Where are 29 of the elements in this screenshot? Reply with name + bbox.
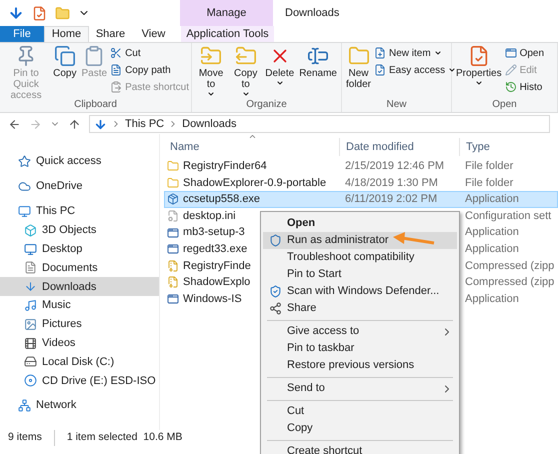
status-text: 9 items <box>8 430 42 446</box>
type-cell: Compressed (zipp <box>465 276 554 288</box>
type-cell: File folder <box>465 160 514 172</box>
file-name: ShadowExplorer-0.9-portable <box>183 176 326 191</box>
group-label: Clipboard <box>73 98 118 111</box>
type-cell: Application <box>465 226 519 238</box>
type-cell: Compressed (zipp <box>465 260 554 272</box>
type-cell: File folder <box>465 176 514 189</box>
date-cell: 2/15/2019 12:46 PM <box>345 160 444 172</box>
type-cell: Application <box>465 243 519 256</box>
type-cell: Application <box>465 193 519 206</box>
file-name: ShadowExplo <box>183 275 250 290</box>
group-label: Organize <box>245 98 288 111</box>
group-label: Open <box>491 98 518 111</box>
group-label: New <box>385 98 408 111</box>
file-name: RegistryFinde <box>183 258 251 274</box>
file-name: RegistryFinder64 <box>183 159 267 174</box>
context-tab-header: Manage <box>180 0 273 26</box>
date-cell: 6/11/2019 2:02 PM <box>345 193 438 206</box>
file-name: ccsetup558.exe <box>183 192 260 208</box>
type-cell: Configuration sett <box>465 210 552 222</box>
file-name: regedt33.exe <box>183 242 248 258</box>
window-title: Downloads <box>284 6 340 21</box>
date-cell: 4/18/2019 1:30 PM <box>345 176 438 189</box>
file-name: Windows-IS <box>183 292 242 307</box>
status-text: 1 item selected 10.6 MB <box>54 430 182 446</box>
file-name: mb3-setup-3 <box>183 225 245 240</box>
type-cell: Application <box>465 292 519 305</box>
file-name: desktop.ini <box>183 208 236 224</box>
